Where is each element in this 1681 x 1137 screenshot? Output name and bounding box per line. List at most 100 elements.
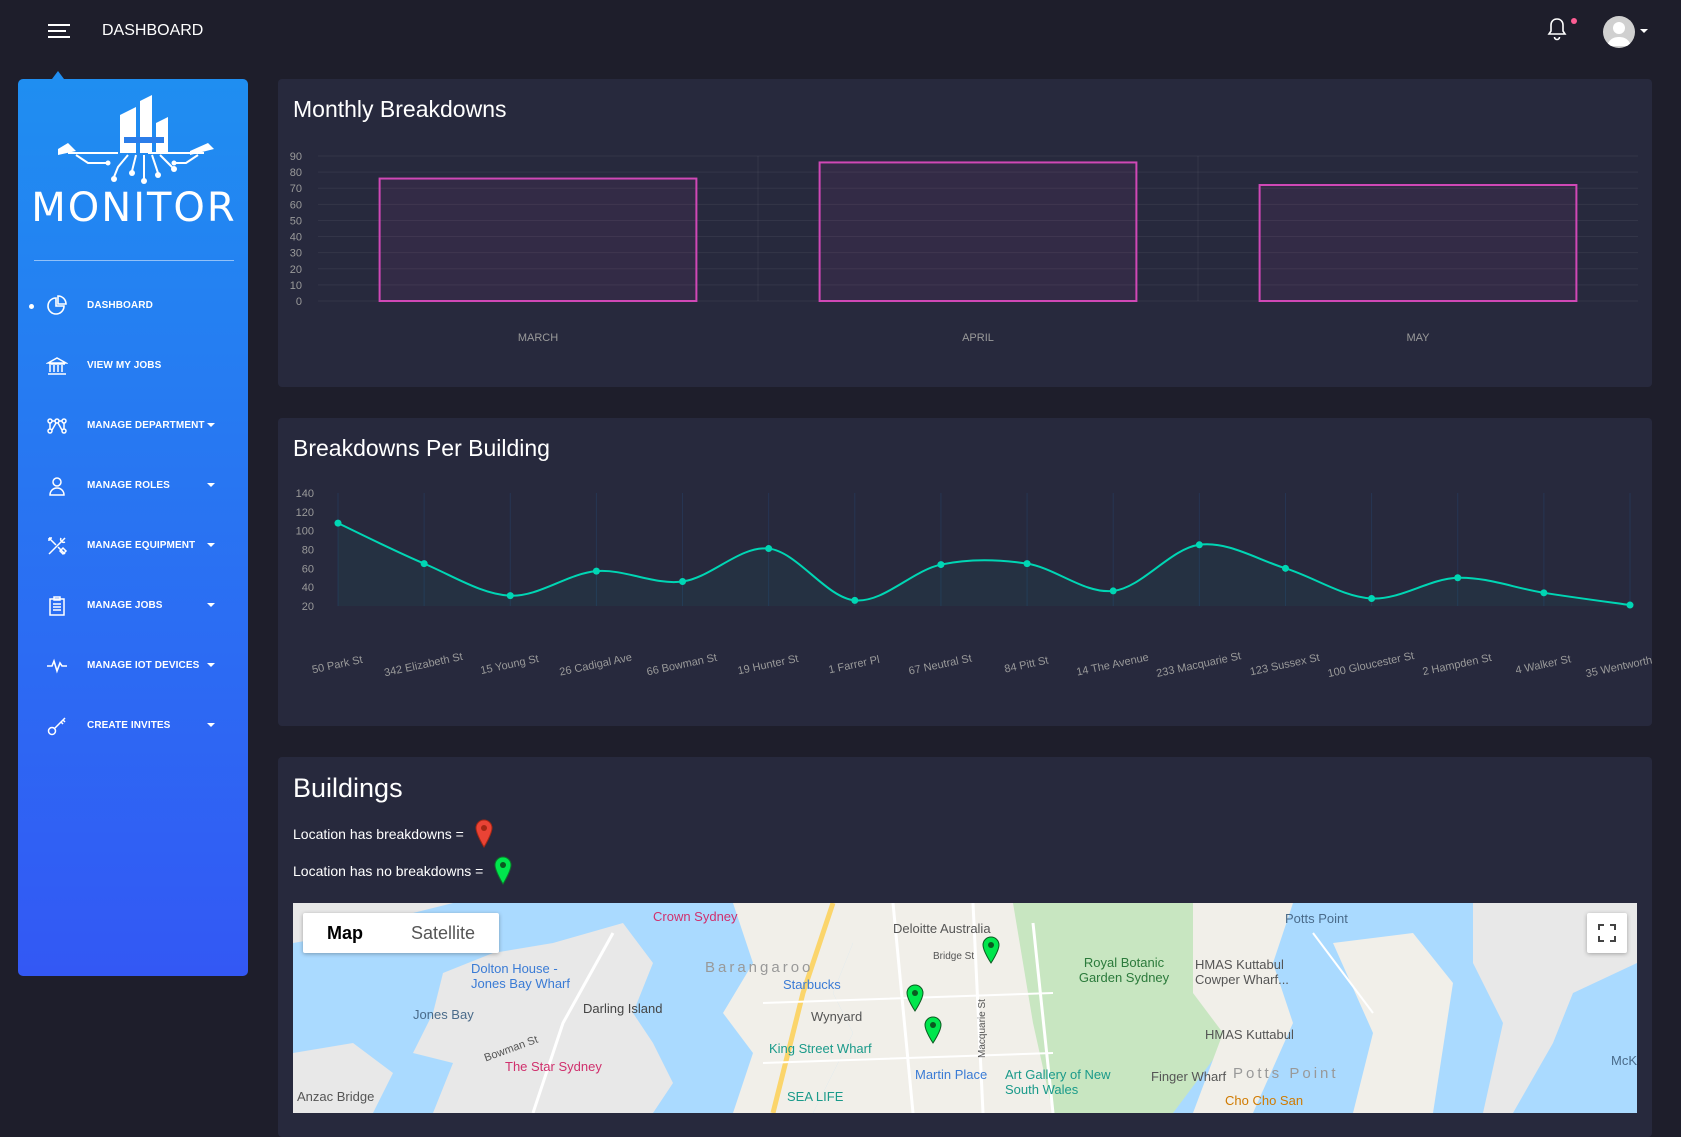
data-point — [1540, 589, 1548, 597]
x-tick-label: 123 Sussex St — [1249, 652, 1321, 678]
sidebar-item-manage-equipment[interactable]: MANAGE EQUIPMENT — [18, 516, 248, 576]
sidebar: MONITOR DASHBOARD VIEW MY JOBS MANAGE DE… — [18, 79, 248, 976]
user-icon — [49, 477, 65, 496]
breakdowns-per-building-chart: 20 40 60 80 100 120 140 50 Park St 342 Elizabeth… — [296, 488, 1652, 680]
sidebar-item-manage-roles[interactable]: MANAGE ROLES — [18, 456, 248, 516]
notification-bell-icon[interactable] — [1545, 16, 1569, 42]
map-label: Cho Cho San — [1225, 1093, 1304, 1108]
y-tick-label: 80 — [290, 167, 302, 179]
buildings-map[interactable]: Crown Sydney Deloitte Australia Potts Po… — [293, 903, 1637, 1113]
avatar[interactable] — [1603, 16, 1635, 48]
map-label: Potts Point — [1233, 1065, 1339, 1082]
y-tick-label: 80 — [302, 545, 314, 557]
pulse-icon — [47, 658, 67, 674]
sidebar-item-dashboard[interactable]: DASHBOARD — [18, 276, 248, 336]
map-label: Crown Sydney — [653, 909, 738, 924]
map-label: Anzac Bridge — [297, 1089, 375, 1104]
sidebar-item-label: MANAGE IOT DEVICES — [87, 660, 200, 671]
data-point — [1281, 564, 1289, 572]
chevron-down-icon[interactable] — [1640, 29, 1648, 33]
map-label: Bridge St — [933, 951, 975, 962]
map-label: Starbucks — [783, 977, 841, 992]
network-icon — [47, 418, 67, 434]
red-marker-icon — [475, 819, 493, 848]
map-type-satellite-button[interactable]: Satellite — [387, 913, 499, 953]
x-tick-label: 2 Hampden St — [1421, 652, 1492, 678]
legend-no-breakdowns: Location has no breakdowns = — [293, 856, 513, 886]
x-tick-label: 342 Elizabeth St — [383, 651, 464, 679]
x-tick-label: 66 Bowman St — [646, 652, 718, 679]
legend-breakdowns: Location has breakdowns = — [293, 819, 494, 849]
y-tick-label: 30 — [290, 248, 302, 260]
x-tick-label: 15 Young St — [479, 653, 540, 677]
sidebar-item-view-my-jobs[interactable]: VIEW MY JOBS — [18, 336, 248, 396]
key-icon — [47, 717, 66, 736]
y-tick-label: 40 — [302, 582, 314, 594]
map-label: The Star Sydney — [505, 1059, 602, 1074]
map-label: SEA LIFE — [787, 1089, 844, 1104]
map-label: King Street Wharf — [769, 1041, 872, 1056]
x-tick-label: 19 Hunter St — [737, 653, 800, 678]
sidebar-item-label: CREATE INVITES — [87, 720, 171, 731]
data-point — [334, 519, 342, 527]
map-label: Jones Bay — [413, 1007, 474, 1022]
sidebar-divider — [34, 260, 234, 261]
sidebar-nav: DASHBOARD VIEW MY JOBS MANAGE DEPARTMENT… — [18, 276, 248, 756]
sidebar-item-manage-department[interactable]: MANAGE DEPARTMENT — [18, 396, 248, 456]
x-tick-label: MAY — [1406, 332, 1430, 344]
data-point — [1626, 601, 1634, 609]
notification-badge — [1571, 18, 1577, 24]
bar — [818, 161, 1138, 302]
y-tick-label: 50 — [290, 215, 302, 227]
chevron-down-icon — [207, 423, 215, 427]
data-point — [420, 560, 428, 568]
top-navbar: DASHBOARD — [0, 0, 1681, 64]
map-label: Royal Botanic Garden Sydney — [1078, 955, 1170, 985]
map-label: Potts Point — [1285, 911, 1348, 926]
data-point — [1109, 587, 1117, 595]
y-tick-label: 60 — [290, 199, 302, 211]
map-label: Dolton House - Jones Bay Wharf — [471, 961, 570, 991]
chevron-down-icon — [207, 603, 215, 607]
data-point — [679, 578, 687, 586]
monthly-breakdowns-card: Monthly Breakdowns 0 10 20 30 40 50 60 70 80 90 MA… — [278, 79, 1652, 387]
map-label: Barangaroo — [705, 959, 814, 976]
y-tick-label: 20 — [302, 601, 314, 613]
x-tick-label: 4 Walker St — [1514, 653, 1572, 676]
map-type-map-button[interactable]: Map — [303, 913, 387, 953]
x-tick-label: 84 Pitt St — [1003, 655, 1049, 676]
y-tick-label: 120 — [296, 507, 314, 519]
map-label: Wynyard — [811, 1009, 863, 1024]
chevron-down-icon — [207, 663, 215, 667]
data-point — [1023, 560, 1031, 568]
map-label: Macquarie St — [976, 999, 988, 1058]
x-tick-label: 35 Wentworth Ave — [1585, 650, 1652, 680]
sidebar-item-label: MANAGE ROLES — [87, 480, 170, 491]
legend-breakdowns-label: Location has breakdowns = — [293, 826, 464, 842]
map-label: Finger Wharf — [1151, 1069, 1227, 1084]
fullscreen-button[interactable] — [1587, 913, 1627, 953]
y-tick-label: 0 — [296, 296, 302, 308]
data-point — [1368, 594, 1376, 602]
hamburger-menu-icon[interactable] — [48, 24, 70, 42]
x-tick-label: 26 Cadigal Ave — [558, 652, 633, 679]
monthly-breakdowns-chart: 0 10 20 30 40 50 60 70 80 90 MARCH APRIL MAY — [290, 151, 1638, 344]
sidebar-item-label: MANAGE DEPARTMENT — [87, 420, 205, 431]
green-marker-icon — [494, 856, 512, 885]
clipboard-icon — [49, 596, 65, 616]
sidebar-notch — [52, 71, 64, 79]
sidebar-item-manage-iot-devices[interactable]: MANAGE IOT DEVICES — [18, 636, 248, 696]
y-tick-label: 20 — [290, 264, 302, 276]
y-tick-label: 70 — [290, 183, 302, 195]
data-point — [592, 567, 600, 575]
map-label: McKe — [1611, 1053, 1637, 1068]
x-tick-label: 50 Park St — [311, 654, 364, 676]
tools-icon — [48, 537, 68, 556]
monitor-logo: MONITOR — [28, 93, 240, 231]
fullscreen-icon — [1598, 924, 1616, 942]
sidebar-item-manage-jobs[interactable]: MANAGE JOBS — [18, 576, 248, 636]
bar — [378, 177, 698, 302]
sidebar-item-create-invites[interactable]: CREATE INVITES — [18, 696, 248, 756]
data-point — [937, 561, 945, 569]
y-tick-label: 100 — [296, 526, 314, 538]
